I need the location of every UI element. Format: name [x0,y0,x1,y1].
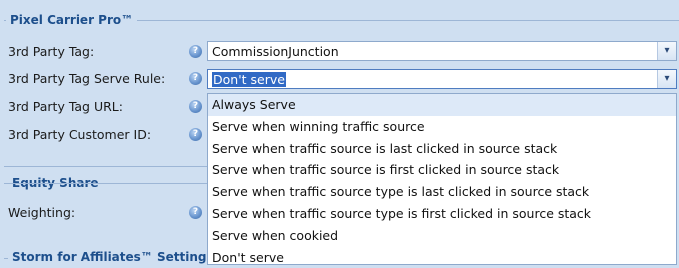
section-title-pixel-carrier: Pixel Carrier Pro™ [6,13,138,27]
help-icon[interactable]: ? [189,128,202,141]
tag-label: 3rd Party Tag: [8,44,95,59]
help-icon[interactable]: ? [189,206,202,219]
section-divider [4,166,208,167]
tag-select[interactable]: CommissionJunction ▾ [207,41,677,61]
dropdown-option[interactable]: Serve when traffic source is last clicke… [208,138,676,160]
dropdown-option[interactable]: Serve when traffic source is first click… [208,159,676,181]
tag-url-label: 3rd Party Tag URL: [8,99,123,114]
customer-id-label: 3rd Party Customer ID: [8,127,152,142]
dropdown-option[interactable]: Serve when cookied [208,225,676,247]
serve-rule-dropdown-list: Always Serve Serve when winning traffic … [207,93,677,265]
chevron-down-icon[interactable]: ▾ [657,70,676,88]
section-divider [4,183,208,184]
dropdown-option[interactable]: Always Serve [208,94,676,116]
weighting-label: Weighting: [8,205,76,220]
section-title-storm: Storm for Affiliates™ Settings [8,250,218,264]
help-icon[interactable]: ? [189,45,202,58]
dropdown-option[interactable]: Serve when traffic source type is first … [208,203,676,225]
serve-rule-select[interactable]: Don't serve ▾ [207,69,677,89]
serve-rule-label: 3rd Party Tag Serve Rule: [8,71,166,86]
help-icon[interactable]: ? [189,72,202,85]
help-icon[interactable]: ? [189,100,202,113]
chevron-down-icon[interactable]: ▾ [657,42,676,60]
serve-rule-select-value: Don't serve [212,72,286,87]
serve-rule-selected-text: Don't serve [212,72,286,87]
dropdown-option[interactable]: Serve when winning traffic source [208,116,676,138]
dropdown-option[interactable]: Serve when traffic source type is last c… [208,181,676,203]
tag-select-value: CommissionJunction [212,44,339,59]
